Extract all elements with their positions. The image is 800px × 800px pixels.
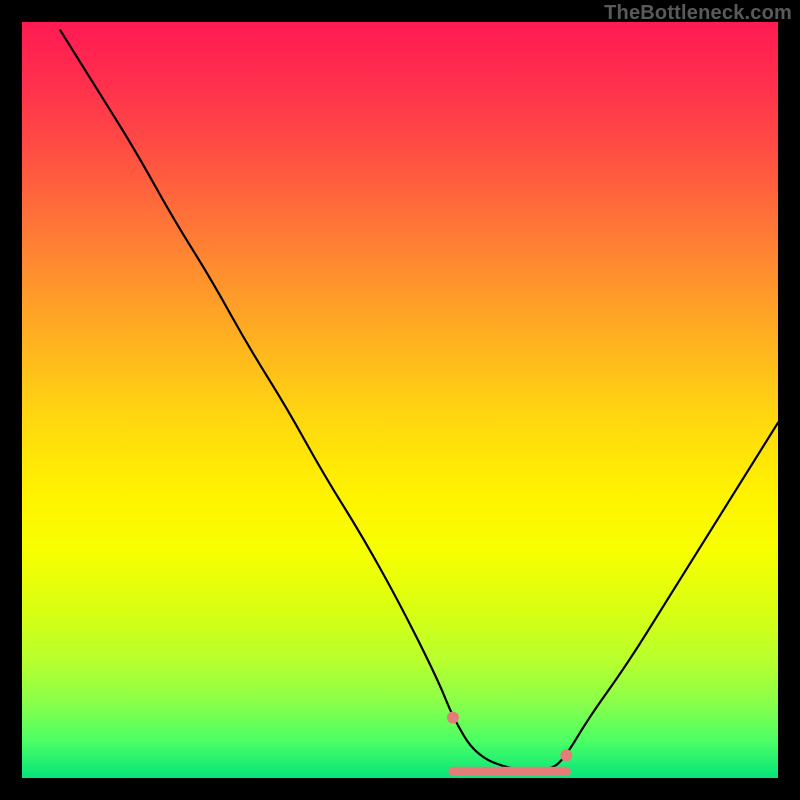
range-end-marker (560, 749, 572, 761)
bottleneck-curve (60, 30, 778, 771)
chart-svg (22, 22, 778, 778)
chart-frame: TheBottleneck.com (0, 0, 800, 800)
range-start-marker (447, 712, 459, 724)
watermark-text: TheBottleneck.com (604, 2, 792, 25)
plot-area (22, 22, 778, 778)
